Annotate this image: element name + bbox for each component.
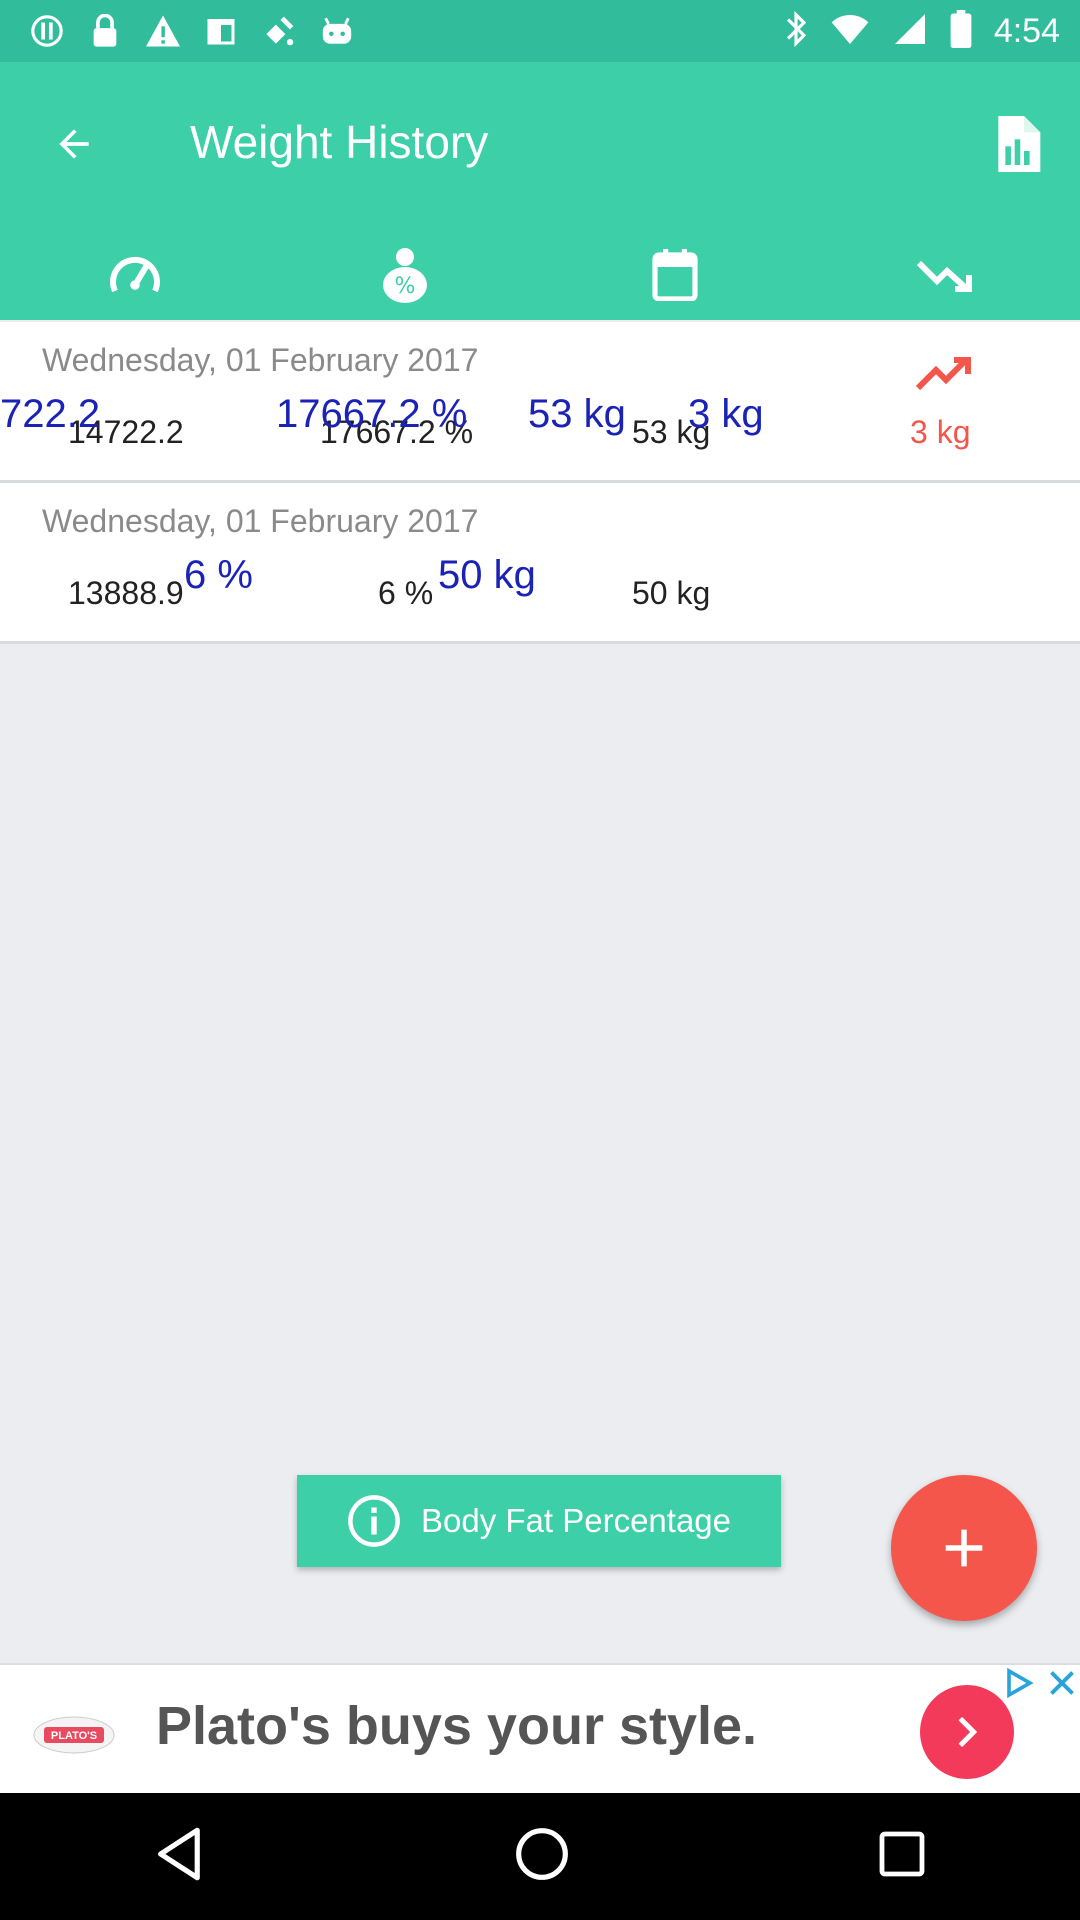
tab-trend[interactable] xyxy=(810,230,1080,320)
wifi-icon xyxy=(830,12,870,51)
record-weight: 50 kg xyxy=(632,575,711,611)
system-nav-bar xyxy=(0,1793,1080,1920)
trending-down-icon xyxy=(917,260,972,292)
list-item[interactable]: Wednesday, 01 February 2017 13888.9 6 % … xyxy=(0,483,1080,644)
signal-icon xyxy=(892,11,928,52)
adchoices-icon[interactable] xyxy=(1000,1665,1036,1701)
tab-calendar[interactable] xyxy=(540,230,810,320)
status-bar: 4:54 xyxy=(0,0,1080,62)
ad-logo: PLATO'S xyxy=(26,1693,122,1765)
triangle-back-icon xyxy=(158,1827,200,1881)
satellite-icon xyxy=(260,12,298,50)
svg-text:PLATO'S: PLATO'S xyxy=(51,1730,97,1742)
ad-banner[interactable]: PLATO'S Plato's buys your style. xyxy=(0,1663,1080,1795)
trending-up-icon xyxy=(915,357,971,391)
ad-headline: Plato's buys your style. xyxy=(156,1696,758,1756)
back-button[interactable] xyxy=(40,110,108,178)
info-icon xyxy=(348,1495,400,1547)
tab-bar: % xyxy=(0,230,1080,320)
bluetooth-icon xyxy=(784,10,808,53)
battery-icon xyxy=(950,10,972,53)
report-button[interactable] xyxy=(982,104,1052,184)
fake-gps-icon xyxy=(202,12,240,50)
body-fat-percent-icon: % xyxy=(383,248,427,303)
overlay-value: 722.2 xyxy=(0,392,101,436)
speedometer-icon xyxy=(110,256,160,293)
nav-recents-button[interactable] xyxy=(878,1830,926,1883)
overlay-body-fat: 17667.2 % xyxy=(276,392,468,436)
record-date: Wednesday, 01 February 2017 xyxy=(42,503,479,539)
body-fat-info-button[interactable]: Body Fat Percentage xyxy=(297,1475,781,1567)
tab-body-fat[interactable]: % xyxy=(270,230,540,320)
weight-change: 3 kg xyxy=(910,414,971,450)
square-recents-icon xyxy=(879,1831,925,1877)
alert-icon xyxy=(28,12,66,50)
tab-speedometer[interactable] xyxy=(0,230,270,320)
chevron-right-icon xyxy=(958,1716,978,1748)
lock-icon xyxy=(86,12,124,50)
trend-indicator xyxy=(915,356,972,397)
info-button-label: Body Fat Percentage xyxy=(420,1502,732,1539)
overlay-change: 3 kg xyxy=(688,392,764,436)
overlay-weight: 53 kg xyxy=(528,392,626,436)
overlay-weight: 50 kg xyxy=(438,553,536,597)
nav-back-button[interactable] xyxy=(154,1826,206,1887)
ad-close-icon[interactable] xyxy=(1044,1665,1080,1701)
circle-home-icon xyxy=(516,1828,568,1880)
add-record-button[interactable] xyxy=(891,1475,1037,1621)
clock: 4:54 xyxy=(993,12,1060,50)
calendar-icon xyxy=(652,249,698,301)
app-bar: Weight History % xyxy=(0,62,1080,320)
record-value: 13888.9 xyxy=(68,575,184,611)
list-item[interactable]: Wednesday, 01 February 2017 14722.2 1766… xyxy=(0,322,1080,483)
record-body-fat: 6 % xyxy=(378,575,434,611)
report-chart-icon xyxy=(998,116,1041,172)
nav-home-button[interactable] xyxy=(514,1826,570,1887)
android-icon xyxy=(318,12,356,50)
svg-text:%: % xyxy=(395,274,416,299)
arrow-back-icon xyxy=(59,129,89,159)
page-title: Weight History xyxy=(190,116,489,168)
overlay-body-fat: 6 % xyxy=(184,553,253,597)
plus-icon xyxy=(945,1529,983,1567)
record-date: Wednesday, 01 February 2017 xyxy=(42,342,479,378)
warning-icon xyxy=(144,12,182,50)
